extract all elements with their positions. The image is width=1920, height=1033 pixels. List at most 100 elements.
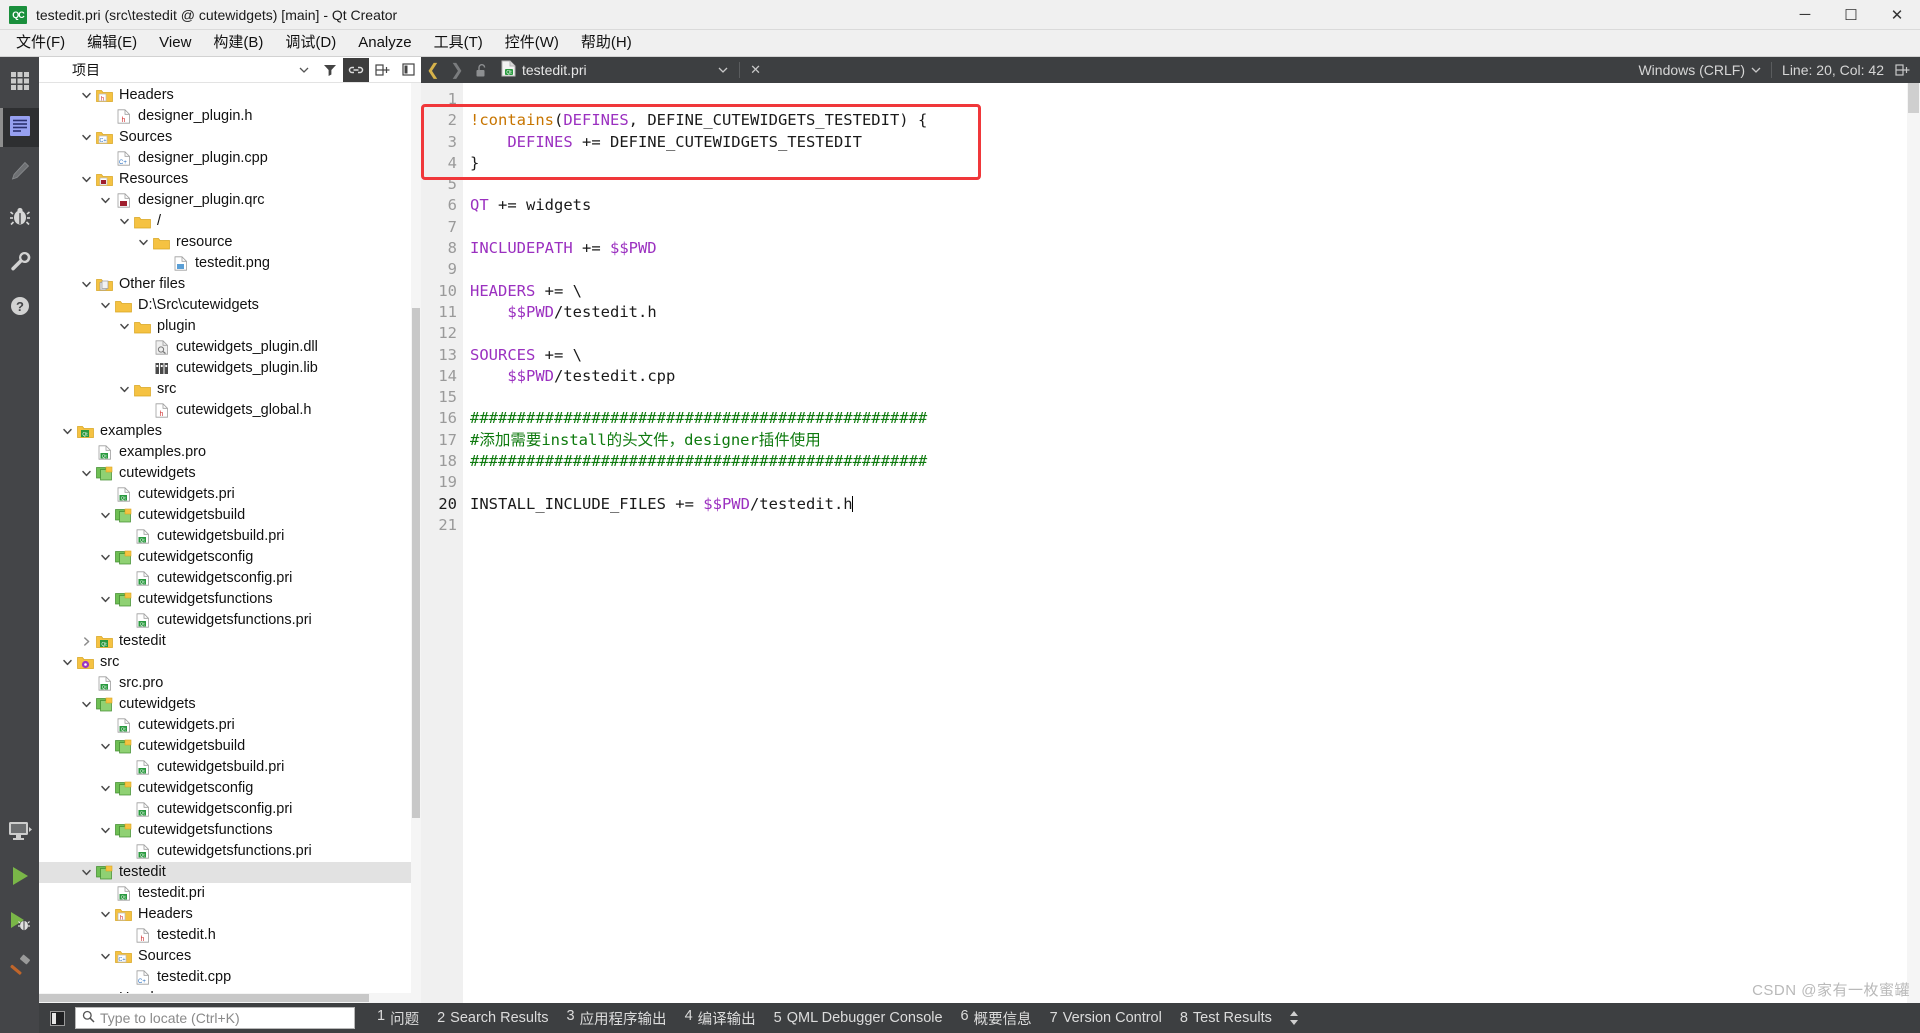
- tree-item-resource[interactable]: resource: [39, 232, 421, 253]
- chevron-down-icon[interactable]: [97, 549, 114, 566]
- navigate-forward-button[interactable]: ❯: [445, 58, 469, 82]
- output-tab-test-results[interactable]: 8 Test Results: [1180, 1010, 1272, 1026]
- cursor-position-label[interactable]: Line: 20, Col: 42: [1782, 62, 1884, 78]
- chevron-down-icon[interactable]: [116, 213, 133, 230]
- tree-item-cutewidgetsconfig-pri[interactable]: Qt cutewidgetsconfig.pri: [39, 568, 421, 589]
- menu-debug[interactable]: 调试(D): [274, 30, 347, 56]
- line-ending-label[interactable]: Windows (CRLF): [1638, 62, 1745, 78]
- tree-item-cutewidgetsconfig-pri[interactable]: Qt cutewidgetsconfig.pri: [39, 799, 421, 820]
- panel-icon[interactable]: [395, 58, 421, 82]
- tree-item-cutewidgetsbuild-pri[interactable]: Qt cutewidgetsbuild.pri: [39, 526, 421, 547]
- chevron-down-icon[interactable]: [59, 423, 76, 440]
- tree-item-cutewidgets-global-h[interactable]: h cutewidgets_global.h: [39, 400, 421, 421]
- tree-item-resources[interactable]: Resources: [39, 169, 421, 190]
- tree-item-designer-plugin-qrc[interactable]: designer_plugin.qrc: [39, 190, 421, 211]
- code-text[interactable]: !contains(DEFINES, DEFINE_CUTEWIDGETS_TE…: [463, 83, 1920, 1003]
- chevron-down-icon[interactable]: [97, 906, 114, 923]
- code-line[interactable]: HEADERS += \: [470, 281, 1920, 302]
- chevron-down-icon[interactable]: [59, 654, 76, 671]
- tree-item-testedit-h[interactable]: h testedit.h: [39, 925, 421, 946]
- tree-item-sources[interactable]: C+ Sources: [39, 127, 421, 148]
- tree-item-cutewidgets-plugin-lib[interactable]: cutewidgets_plugin.lib: [39, 358, 421, 379]
- line-ending-dropdown-icon[interactable]: [1751, 62, 1761, 78]
- debug-run-button[interactable]: [0, 903, 39, 942]
- menu-view[interactable]: View: [148, 30, 202, 56]
- chevron-down-icon[interactable]: [97, 738, 114, 755]
- tree-item-headers[interactable]: h Headers: [39, 85, 421, 106]
- project-tree-horizontal-scrollbar[interactable]: [39, 993, 411, 1003]
- output-tab-[interactable]: 6 概要信息: [961, 1008, 1032, 1029]
- code-line[interactable]: QT += widgets: [470, 195, 1920, 216]
- padlock-icon[interactable]: [469, 58, 493, 82]
- code-line[interactable]: [470, 387, 1920, 408]
- tree-item-cutewidgetsbuild[interactable]: cutewidgetsbuild: [39, 505, 421, 526]
- tree-item-[interactable]: /: [39, 211, 421, 232]
- code-line[interactable]: ########################################…: [470, 451, 1920, 472]
- chevron-down-icon[interactable]: [97, 297, 114, 314]
- chevron-down-icon[interactable]: [78, 171, 95, 188]
- build-button[interactable]: [0, 948, 39, 987]
- tree-item-other-files[interactable]: Other files: [39, 274, 421, 295]
- scrollbar-thumb[interactable]: [39, 994, 369, 1002]
- maximize-button[interactable]: ☐: [1828, 0, 1874, 30]
- tree-item-src-pro[interactable]: Qt src.pro: [39, 673, 421, 694]
- menu-file[interactable]: 文件(F): [5, 30, 76, 56]
- chevron-down-icon[interactable]: [116, 381, 133, 398]
- tree-item-testedit[interactable]: Qt testedit: [39, 631, 421, 652]
- filter-icon[interactable]: [317, 58, 343, 82]
- tree-item-cutewidgetsfunctions[interactable]: cutewidgetsfunctions: [39, 820, 421, 841]
- tree-item-d-src-cutewidgets[interactable]: D:\Src\cutewidgets: [39, 295, 421, 316]
- project-tree-vertical-scrollbar[interactable]: [411, 83, 421, 1003]
- mode-projects[interactable]: [0, 243, 39, 282]
- menu-tools[interactable]: 工具(T): [423, 30, 494, 56]
- chevron-down-icon[interactable]: [135, 234, 152, 251]
- code-line[interactable]: }: [470, 153, 1920, 174]
- locator-search-input[interactable]: Type to locate (Ctrl+K): [75, 1007, 355, 1029]
- tree-item-testedit-pri[interactable]: Qt testedit.pri: [39, 883, 421, 904]
- tree-item-cutewidgetsfunctions-pri[interactable]: Qt cutewidgetsfunctions.pri: [39, 841, 421, 862]
- mode-welcome[interactable]: [0, 63, 39, 102]
- code-line[interactable]: [470, 472, 1920, 493]
- code-line[interactable]: $$PWD/testedit.cpp: [470, 366, 1920, 387]
- mode-design[interactable]: [0, 153, 39, 192]
- code-line[interactable]: $$PWD/testedit.h: [470, 302, 1920, 323]
- code-line[interactable]: INCLUDEPATH += $$PWD: [470, 238, 1920, 259]
- tree-item-cutewidgets[interactable]: cutewidgets: [39, 694, 421, 715]
- menu-analyze[interactable]: Analyze: [347, 30, 422, 56]
- tree-item-cutewidgets-pri[interactable]: Qt cutewidgets.pri: [39, 715, 421, 736]
- tree-item-cutewidgetsconfig[interactable]: cutewidgetsconfig: [39, 778, 421, 799]
- mode-debug[interactable]: [0, 198, 39, 237]
- expand-plus-icon[interactable]: [369, 58, 395, 82]
- code-line[interactable]: [470, 323, 1920, 344]
- output-tab-version-control[interactable]: 7 Version Control: [1050, 1010, 1162, 1026]
- minimize-button[interactable]: ─: [1782, 0, 1828, 30]
- tree-item-src[interactable]: src: [39, 379, 421, 400]
- output-tab-[interactable]: 4 编译输出: [685, 1008, 756, 1029]
- split-editor-icon[interactable]: [1890, 58, 1914, 82]
- output-tab-search-results[interactable]: 2 Search Results: [437, 1010, 548, 1026]
- menu-widgets[interactable]: 控件(W): [494, 30, 570, 56]
- mode-edit[interactable]: [0, 108, 39, 147]
- navigate-back-button[interactable]: ❮: [421, 58, 445, 82]
- tree-item-cutewidgetsconfig[interactable]: cutewidgetsconfig: [39, 547, 421, 568]
- close-button[interactable]: ✕: [1874, 0, 1920, 30]
- close-editor-button[interactable]: ✕: [744, 58, 768, 82]
- tree-item-testedit-png[interactable]: testedit.png: [39, 253, 421, 274]
- mode-help[interactable]: ?: [0, 288, 39, 327]
- tree-item-designer-plugin-h[interactable]: h designer_plugin.h: [39, 106, 421, 127]
- tree-item-cutewidgets-pri[interactable]: Qt cutewidgets.pri: [39, 484, 421, 505]
- chevron-down-icon[interactable]: [97, 948, 114, 965]
- chevron-down-icon[interactable]: [97, 507, 114, 524]
- output-tab-[interactable]: 1 问题: [377, 1008, 419, 1029]
- tree-item-src[interactable]: src: [39, 652, 421, 673]
- output-tab-[interactable]: 3 应用程序输出: [566, 1008, 666, 1029]
- chevron-down-icon[interactable]: [78, 87, 95, 104]
- updown-arrows-icon[interactable]: [1288, 1010, 1300, 1026]
- tree-item-cutewidgetsbuild[interactable]: cutewidgetsbuild: [39, 736, 421, 757]
- tree-item-examples-pro[interactable]: Qt examples.pro: [39, 442, 421, 463]
- menu-edit[interactable]: 编辑(E): [76, 30, 148, 56]
- editor-file-dropdown-icon[interactable]: [711, 58, 735, 82]
- code-line[interactable]: INSTALL_INCLUDE_FILES += $$PWD/testedit.…: [470, 494, 1920, 515]
- code-line[interactable]: SOURCES += \: [470, 345, 1920, 366]
- menu-build[interactable]: 构建(B): [202, 30, 274, 56]
